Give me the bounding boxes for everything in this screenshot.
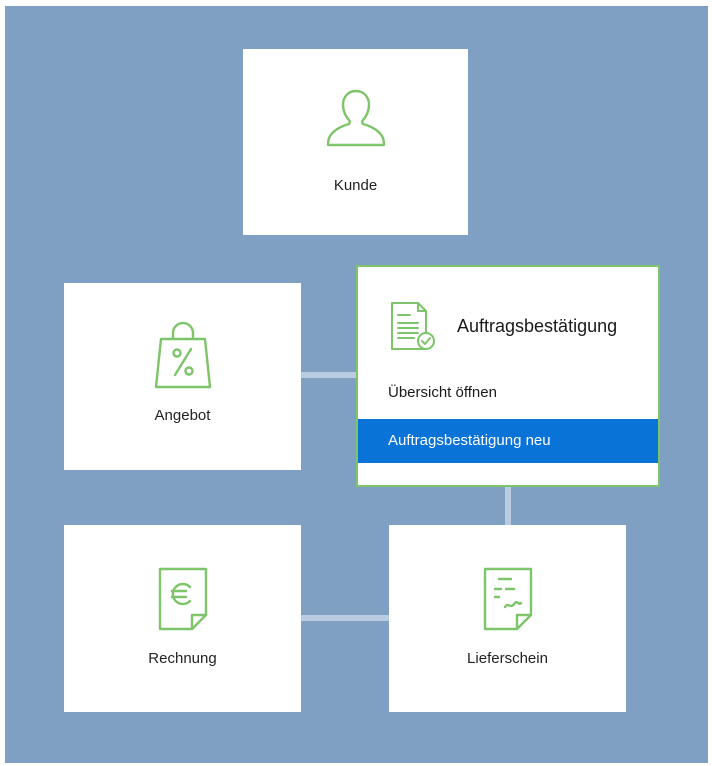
order-confirmation-menu: Auftragsbestätigung Übersicht öffnen Auf… bbox=[356, 265, 660, 487]
connector-angebot-auftrag bbox=[301, 372, 357, 378]
card-label-angebot: Angebot bbox=[154, 407, 211, 424]
card-lieferschein[interactable]: Lieferschein bbox=[389, 525, 626, 712]
euro-document-icon bbox=[156, 565, 210, 638]
delivery-note-icon bbox=[481, 565, 535, 638]
card-label-kunde: Kunde bbox=[333, 177, 378, 194]
menu-title: Auftragsbestätigung bbox=[457, 316, 618, 336]
card-label-lieferschein: Lieferschein bbox=[467, 650, 548, 667]
card-label-rechnung: Rechnung bbox=[148, 650, 217, 667]
workflow-canvas: Kunde Angebot Auftragsbestätigung Übersi… bbox=[5, 6, 708, 763]
card-angebot[interactable]: Angebot bbox=[64, 283, 301, 470]
order-confirmation-icon bbox=[388, 299, 436, 358]
card-kunde[interactable]: Kunde bbox=[243, 49, 468, 235]
person-icon bbox=[324, 85, 388, 156]
menu-item-open-overview[interactable]: Übersicht öffnen bbox=[358, 371, 658, 415]
connector-auftrag-lieferschein bbox=[505, 486, 511, 526]
shopping-bag-percent-icon bbox=[153, 321, 213, 396]
card-rechnung[interactable]: Rechnung bbox=[64, 525, 301, 712]
connector-rechnung-lieferschein bbox=[301, 615, 391, 621]
menu-item-new-order-confirmation[interactable]: Auftragsbestätigung neu bbox=[358, 419, 658, 463]
